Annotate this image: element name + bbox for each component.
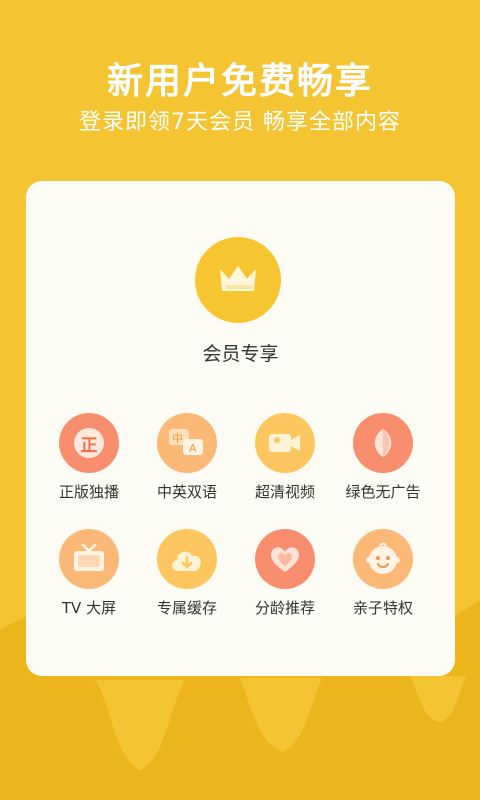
- benefits-card: 会员专享 正 正版独播 中 A 中英双语 超清视频 绿色无广告 TV 大屏 专属…: [26, 181, 455, 676]
- benefit-tv: TV 大屏: [40, 529, 138, 618]
- genuine-icon: 正: [59, 413, 119, 473]
- benefit-label: 亲子特权: [352, 599, 413, 617]
- download-cloud-icon: [157, 529, 217, 589]
- benefit-label: TV 大屏: [61, 599, 117, 617]
- page-title: 新用户免费畅享: [106, 61, 373, 102]
- benefit-no-ads: 绿色无广告: [334, 413, 432, 502]
- benefit-hd-video: 超清视频: [236, 413, 334, 502]
- benefit-label: 专属缓存: [156, 599, 217, 617]
- benefit-label: 超清视频: [254, 483, 315, 501]
- tv-icon: [59, 529, 119, 589]
- benefit-cache: 专属缓存: [138, 529, 236, 618]
- page-subtitle: 登录即领7天会员 畅享全部内容: [79, 110, 401, 135]
- baby-face-icon: [353, 529, 413, 589]
- benefit-label: 分龄推荐: [254, 599, 315, 617]
- heart-icon: [255, 529, 315, 589]
- member-exclusive-label: 会员专享: [202, 343, 279, 365]
- svg-text:中: 中: [172, 432, 183, 445]
- benefit-label: 绿色无广告: [345, 483, 421, 501]
- genuine-glyph: 正: [74, 428, 104, 458]
- bilingual-icon: 中 A: [157, 413, 217, 473]
- svg-text:A: A: [189, 442, 197, 455]
- crown-icon: [220, 266, 256, 291]
- benefit-label: 正版独播: [58, 483, 119, 501]
- benefit-age-recommend: 分龄推荐: [236, 529, 334, 618]
- crown-badge: [195, 237, 281, 323]
- benefit-parent-child: 亲子特权: [334, 529, 432, 618]
- benefit-bilingual: 中 A 中英双语: [138, 413, 236, 502]
- benefit-label: 中英双语: [156, 483, 217, 501]
- video-camera-icon: [255, 413, 315, 473]
- leaf-icon: [353, 413, 413, 473]
- benefit-genuine: 正 正版独播: [40, 413, 138, 502]
